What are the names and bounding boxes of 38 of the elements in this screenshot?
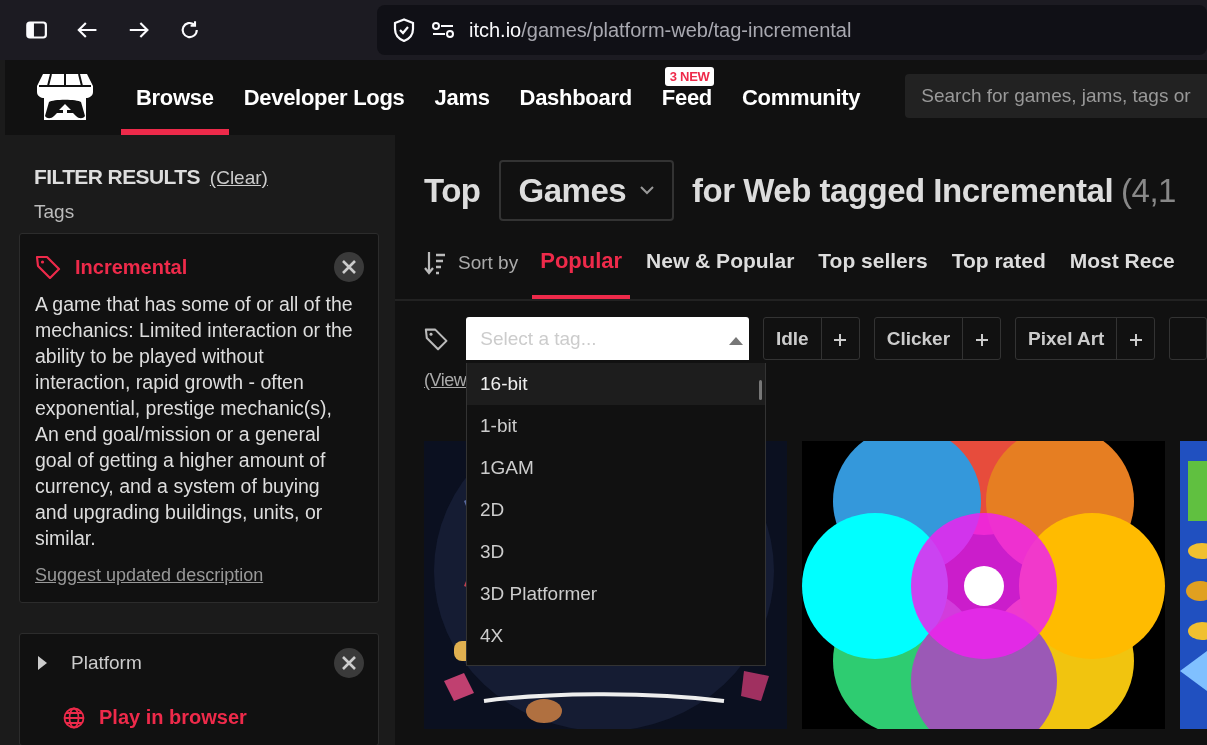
heading-text: Top: [424, 171, 481, 210]
sort-tab[interactable]: Top sellers: [810, 221, 936, 299]
sort-label: Sort by: [458, 252, 519, 274]
filter-title: FILTER RESULTS: [34, 165, 200, 189]
dropdown-option[interactable]: 1GAM: [467, 447, 765, 489]
sort-tab[interactable]: Top rated: [943, 221, 1054, 299]
sort-tab[interactable]: Popular: [532, 221, 631, 299]
clear-link[interactable]: (Clear): [209, 167, 268, 189]
nav-link[interactable]: Dashboard: [504, 60, 647, 135]
dropdown-option[interactable]: 3D Platformer: [467, 573, 765, 615]
nav-link[interactable]: Developer Logs: [228, 60, 420, 135]
address-bar[interactable]: itch.io/games/platform-web/tag-incremental: [377, 5, 1207, 55]
platform-label: Platform: [71, 652, 143, 674]
search-field[interactable]: Search for games, jams, tags or: [905, 74, 1207, 118]
nav-link[interactable]: Jams: [419, 60, 505, 135]
dropdown-option[interactable]: 16-bit: [467, 363, 765, 405]
dropdown-option[interactable]: 1-bit: [467, 405, 765, 447]
tag-chip[interactable]: Clicker: [873, 317, 1002, 360]
heading-text: for Web tagged Incremental: [692, 171, 1114, 210]
url-text: itch.io/games/platform-web/tag-incremental: [469, 18, 852, 42]
sort-tab[interactable]: New & Popular: [638, 221, 803, 299]
tag-chip[interactable]: Idle: [762, 317, 860, 360]
dropdown-option[interactable]: 4X: [467, 615, 765, 657]
game-type-select[interactable]: Games: [498, 160, 675, 221]
tag-name: Incremental: [75, 255, 189, 279]
nav-link[interactable]: 3 NEW Feed: [646, 60, 727, 135]
sort-tab[interactable]: Most Rece: [1061, 221, 1183, 299]
view-link[interactable]: (View: [424, 370, 467, 391]
result-count: (4,1: [1121, 171, 1176, 210]
tag-description: A game that has some of or all of the mechanics: Limited interaction or the ability to be played without interaction, rapid growth - often exponential, prestige mechanic(s), An end goal/mission or a general goal of getting a higher amount of currency, and a system of buying and upgrading buildings, units, or similar.: [35, 292, 354, 551]
section-label: Tags: [33, 200, 76, 224]
notification-badge: 3 NEW: [664, 67, 715, 86]
tag-chip[interactable]: Pixel Art: [1015, 317, 1156, 360]
dropdown-option[interactable]: 2D: [467, 489, 765, 531]
dropdown-option[interactable]: 3D: [467, 531, 765, 573]
nav-link[interactable]: Community: [726, 60, 876, 135]
suggest-link[interactable]: Suggest updated description: [35, 565, 264, 585]
platform-option[interactable]: Play in browser: [99, 706, 247, 729]
